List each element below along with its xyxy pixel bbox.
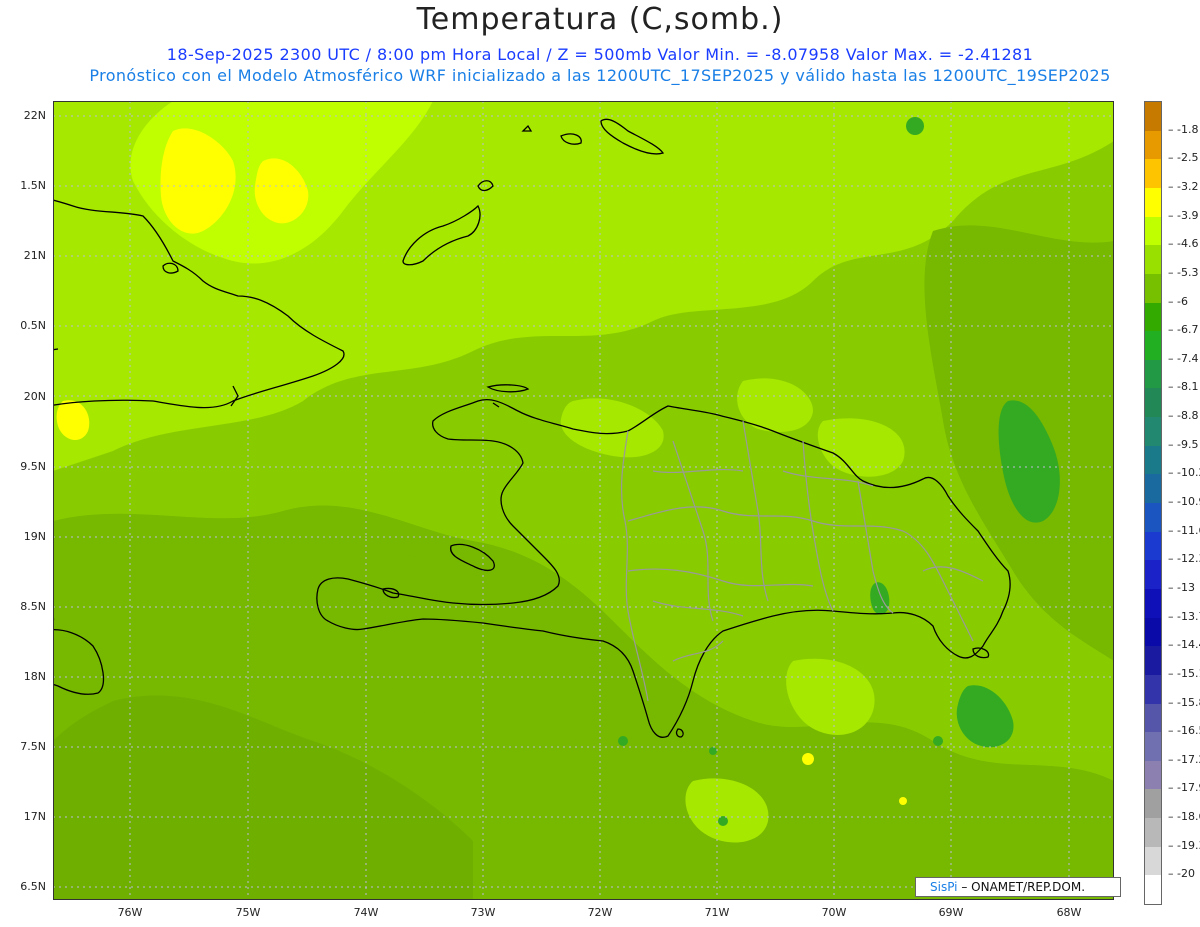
lon-label-72w: 72W: [587, 906, 613, 919]
colorbar-cell: [1145, 245, 1161, 275]
colorbar-cell: [1145, 646, 1161, 676]
lon-label-74w: 74W: [353, 906, 379, 919]
colorbar-label: – -8.8: [1168, 409, 1199, 423]
colorbar-cell: [1145, 445, 1161, 475]
map-title: Temperatura (C,somb.): [416, 2, 784, 37]
colorbar-label: – -2.5: [1168, 151, 1199, 165]
colorbar-cell: [1145, 273, 1161, 303]
colorbar-cell: [1145, 503, 1161, 533]
colorbar-label: – -11.6: [1168, 523, 1200, 537]
colorbar-label: – -19.3: [1168, 838, 1200, 852]
colorbar-label: – -14.4: [1168, 638, 1200, 652]
credit-box: SisPi – ONAMET/REP.DOM.: [915, 877, 1121, 897]
lat-label-18n: 18N: [23, 670, 46, 683]
colorbar-cell: [1145, 159, 1161, 189]
lat-label-21n: 21N: [23, 249, 46, 262]
cold-dot-4: [933, 736, 943, 746]
warm-spot-2: [899, 797, 907, 805]
lon-label-76w: 76W: [117, 906, 143, 919]
colorbar-label: – -16.5: [1168, 724, 1200, 738]
credit-text: – ONAMET/REP.DOM.: [957, 880, 1086, 894]
cold-dot-2: [709, 747, 717, 755]
lon-label-73w: 73W: [470, 906, 496, 919]
lat-label-19n: 19N: [23, 530, 46, 543]
colorbar-cell: [1145, 302, 1161, 332]
lat-label-19-5n: 9.5N: [20, 460, 46, 473]
colorbar-label: – -6: [1168, 294, 1188, 308]
colorbar-label: – -3.9: [1168, 208, 1199, 222]
lat-label-17n: 17N: [23, 810, 46, 823]
colorbar-label: – -10.9: [1168, 495, 1200, 508]
colorbar-label: – -17.2: [1168, 752, 1200, 766]
colorbar-cell: [1145, 760, 1161, 790]
colorbar-label: – -4.6: [1168, 237, 1199, 251]
colorbar-cell: [1145, 818, 1161, 848]
colorbar: [1144, 101, 1162, 905]
lat-label-21-5n: 1.5N: [20, 179, 46, 192]
colorbar-cell: [1145, 588, 1161, 619]
colorbar-cell: [1145, 674, 1161, 704]
lon-label-75w: 75W: [235, 906, 261, 919]
colorbar-label: – -9.5: [1168, 437, 1199, 451]
colorbar-cell: [1145, 846, 1161, 876]
colorbar-label: – -7.4: [1168, 351, 1199, 365]
colorbar-label: – -13.7: [1168, 609, 1200, 623]
colorbar-label: – -1.8: [1168, 122, 1199, 136]
lat-label-20n: 20N: [23, 390, 46, 403]
colorbar-cell: [1145, 216, 1161, 246]
warm-spot-1: [802, 753, 814, 765]
colorbar-cell: [1145, 703, 1161, 733]
lon-label-70w: 70W: [821, 906, 847, 919]
colorbar-cell: [1145, 130, 1161, 160]
lat-label-22n: 22N: [23, 109, 46, 122]
lon-label-68w: 68W: [1056, 906, 1082, 919]
cold-dot-1: [618, 736, 628, 746]
colorbar-label: – -13: [1168, 580, 1195, 594]
temperature-map: [53, 101, 1114, 900]
colorbar-cell: [1145, 875, 1161, 905]
colorbar-label: – -5.3: [1168, 265, 1199, 279]
lon-label-71w: 71W: [704, 906, 730, 919]
colorbar-label: – -15.1: [1168, 666, 1200, 680]
colorbar-cell: [1145, 732, 1161, 762]
colorbar-cell: [1145, 617, 1161, 647]
colorbar-label: – -12.3: [1168, 552, 1200, 566]
colorbar-cell: [1145, 331, 1161, 361]
colorbar-label: – -15.8: [1168, 695, 1200, 709]
colorbar-label: – -20: [1168, 867, 1195, 881]
colorbar-label: – -10.2: [1168, 466, 1200, 480]
lat-label-18-5n: 8.5N: [20, 600, 46, 613]
colorbar-cell: [1145, 388, 1161, 418]
colorbar-label: – -17.9: [1168, 781, 1200, 795]
cold-patch-north: [906, 117, 924, 135]
colorbar-label: – -3.2: [1168, 179, 1199, 193]
colorbar-cell: [1145, 531, 1161, 561]
colorbar-cell: [1145, 560, 1161, 590]
colorbar-label: – -18.6: [1168, 810, 1200, 824]
lat-label-17-5n: 7.5N: [20, 740, 46, 753]
colorbar-cell: [1145, 187, 1161, 218]
colorbar-cell: [1145, 102, 1161, 132]
colorbar-cell: [1145, 417, 1161, 447]
colorbar-cell: [1145, 474, 1161, 504]
sispi-logo-text: SisPi: [930, 880, 958, 894]
lat-label-16-5n: 6.5N: [20, 880, 46, 893]
colorbar-cell: [1145, 359, 1161, 389]
lat-label-20-5n: 0.5N: [20, 319, 46, 332]
colorbar-label: – -8.1: [1168, 380, 1199, 394]
colorbar-label: – -6.7: [1168, 323, 1199, 337]
model-info-subtitle: Pronóstico con el Modelo Atmosférico WRF…: [89, 66, 1111, 85]
lon-label-69w: 69W: [938, 906, 964, 919]
colorbar-cell: [1145, 789, 1161, 819]
valid-time-subtitle: 18-Sep-2025 2300 UTC / 8:00 pm Hora Loca…: [166, 45, 1034, 64]
